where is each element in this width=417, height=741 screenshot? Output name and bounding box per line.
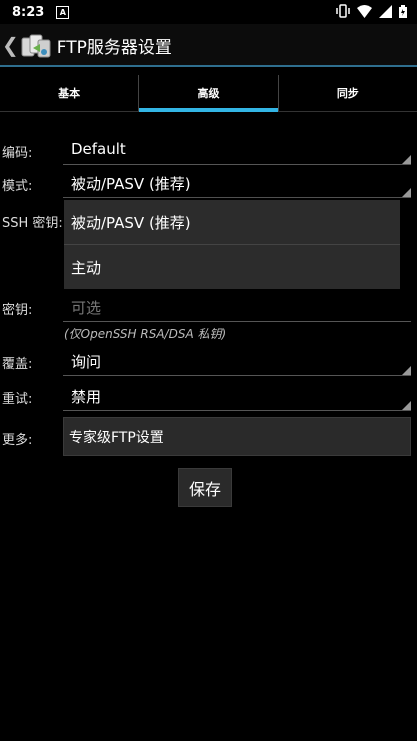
expert-settings-button[interactable]: 专家级FTP设置 — [63, 417, 411, 456]
mode-option-active[interactable]: 主动 — [64, 245, 400, 289]
signal-icon — [379, 4, 392, 18]
key-label: 密钥: — [2, 303, 33, 318]
dropdown-arrow-icon — [402, 366, 411, 375]
mode-option-label: 主动 — [71, 258, 102, 277]
save-button[interactable]: 保存 — [178, 468, 232, 507]
dropdown-arrow-icon — [402, 155, 411, 164]
overwrite-value: 询问 — [71, 353, 102, 371]
vibrate-icon — [336, 4, 350, 18]
key-hint: (仅OpenSSH RSA/DSA 私钥) — [64, 327, 227, 341]
status-bar: 8:23 A — [0, 0, 417, 24]
key-placeholder: 可选 — [71, 299, 102, 317]
more-label: 更多: — [2, 433, 33, 448]
dropdown-arrow-icon — [402, 401, 411, 410]
status-time: 8:23 — [12, 4, 45, 20]
action-bar-divider — [0, 65, 417, 67]
mode-select[interactable]: 被动/PASV (推荐) — [63, 169, 411, 198]
mode-row: 模式: 被动/PASV (推荐) — [0, 169, 417, 198]
encoding-select[interactable]: Default — [63, 136, 411, 165]
encoding-label: 编码: — [2, 146, 33, 161]
mode-label: 模式: — [2, 179, 33, 194]
overwrite-label: 覆盖: — [2, 357, 33, 372]
status-icons — [336, 4, 407, 18]
encoding-row: 编码: Default — [0, 136, 417, 165]
dropdown-arrow-icon — [402, 188, 411, 197]
tab-basic[interactable]: 基本 — [0, 75, 138, 111]
overwrite-select[interactable]: 询问 — [63, 347, 411, 376]
overwrite-row: 覆盖: 询问 — [0, 347, 417, 376]
battery-icon — [399, 4, 407, 18]
wifi-icon — [357, 4, 372, 18]
expert-settings-label: 专家级FTP设置 — [69, 430, 164, 446]
mode-option-passive[interactable]: 被动/PASV (推荐) — [64, 200, 400, 244]
mode-dropdown-menu: 被动/PASV (推荐) 主动 — [64, 200, 400, 289]
retry-row: 重试: 禁用 — [0, 382, 417, 411]
key-row: 密钥: 可选 — [0, 293, 417, 322]
ssh-key-label: SSH 密钥: — [2, 216, 63, 231]
app-logo-icon[interactable] — [21, 32, 51, 58]
page-title: FTP服务器设置 — [56, 37, 172, 58]
tab-sync[interactable]: 同步 — [277, 75, 417, 111]
key-input[interactable]: 可选 — [63, 293, 411, 322]
encoding-value: Default — [71, 140, 126, 158]
retry-label: 重试: — [2, 392, 33, 407]
action-bar: ❮ FTP服务器设置 — [0, 24, 417, 66]
retry-select[interactable]: 禁用 — [63, 382, 411, 411]
mode-value: 被动/PASV (推荐) — [71, 175, 191, 193]
mode-option-label: 被动/PASV (推荐) — [71, 213, 191, 232]
tab-bar: 基本 高级 同步 — [0, 75, 417, 112]
tab-advanced[interactable]: 高级 — [138, 75, 278, 112]
back-arrow-icon[interactable]: ❮ — [2, 33, 19, 57]
notification-icon: A — [56, 5, 70, 19]
retry-value: 禁用 — [71, 388, 102, 406]
